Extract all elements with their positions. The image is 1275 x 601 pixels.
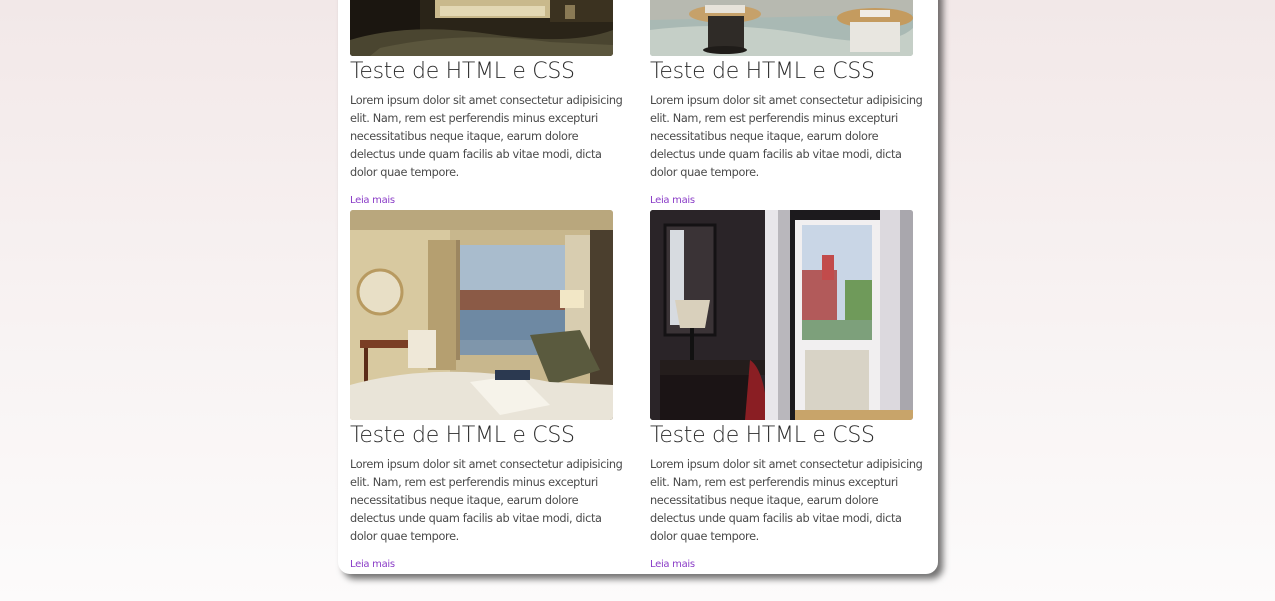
hotel-room-photo xyxy=(350,210,613,420)
post-image-balcony-room[interactable] xyxy=(650,210,913,420)
post-image-lounge[interactable] xyxy=(650,0,913,56)
content-card: Teste de HTML e CSS Lorem ipsum dolor si… xyxy=(338,0,938,574)
post-card: Teste de HTML e CSS Lorem ipsum dolor si… xyxy=(350,0,630,207)
posts-grid: Teste de HTML e CSS Lorem ipsum dolor si… xyxy=(350,0,930,574)
post-card: Teste de HTML e CSS Lorem ipsum dolor si… xyxy=(650,0,930,207)
post-title: Teste de HTML e CSS xyxy=(350,423,575,448)
post-title: Teste de HTML e CSS xyxy=(650,59,875,84)
post-title: Teste de HTML e CSS xyxy=(350,59,575,84)
post-excerpt: Lorem ipsum dolor sit amet consectetur a… xyxy=(650,458,923,543)
lounge-photo xyxy=(650,0,913,56)
read-more-link[interactable]: Leia mais xyxy=(350,195,395,206)
post-card: Teste de HTML e CSS Lorem ipsum dolor si… xyxy=(350,210,630,571)
post-image-hotel-room-window[interactable] xyxy=(350,210,613,420)
post-excerpt: Lorem ipsum dolor sit amet consectetur a… xyxy=(350,458,623,543)
read-more-link[interactable]: Leia mais xyxy=(650,195,695,206)
bedroom-photo xyxy=(350,0,613,56)
post-excerpt: Lorem ipsum dolor sit amet consectetur a… xyxy=(350,94,623,179)
read-more-link[interactable]: Leia mais xyxy=(350,559,395,570)
post-title: Teste de HTML e CSS xyxy=(650,423,875,448)
read-more-link[interactable]: Leia mais xyxy=(650,559,695,570)
post-card: Teste de HTML e CSS Lorem ipsum dolor si… xyxy=(650,210,930,571)
post-excerpt: Lorem ipsum dolor sit amet consectetur a… xyxy=(650,94,923,179)
balcony-room-photo xyxy=(650,210,913,420)
post-image-dark-bedroom[interactable] xyxy=(350,0,613,56)
